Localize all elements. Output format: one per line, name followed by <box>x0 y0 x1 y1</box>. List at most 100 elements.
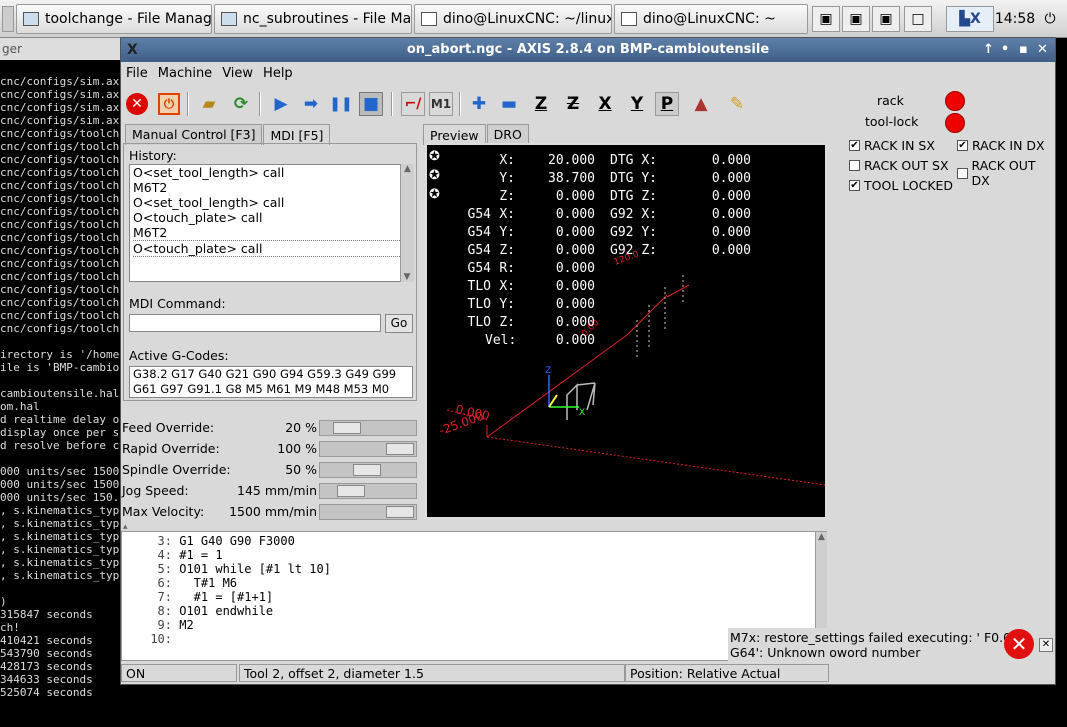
shade-icon[interactable]: ↑ <box>983 38 994 62</box>
task-terminal-home[interactable]: dino@LinuxCNC: ~ <box>614 4 808 34</box>
gcode-line[interactable]: 3: G1 G40 G90 F3000 <box>122 534 826 548</box>
history-scrollbar[interactable]: ▲ ▼ <box>400 164 414 282</box>
tab-preview[interactable]: Preview <box>423 124 486 145</box>
clock: 14:58 <box>994 11 1036 27</box>
list-item[interactable]: O<set_tool_length> call <box>133 165 400 180</box>
minimize-icon[interactable]: • <box>1001 38 1009 62</box>
override-value: 1500 mm/min <box>229 504 317 519</box>
dro-cell: Z: <box>499 243 515 258</box>
mdi-command-input[interactable] <box>129 314 381 332</box>
go-button[interactable]: Go <box>385 314 413 333</box>
checkbox-rack-in-dx[interactable]: ✔ RACK IN DX <box>957 138 1045 153</box>
window-icon[interactable]: X <box>127 38 138 62</box>
gcode-line[interactable]: 9: M2 <box>122 618 826 632</box>
led-label-rack: rack <box>877 93 904 108</box>
slider-thumb[interactable] <box>337 485 365 497</box>
open-file-icon[interactable]: ▰ <box>197 92 221 116</box>
checkbox-box[interactable]: ✔ <box>849 180 860 191</box>
override-slider[interactable] <box>319 462 417 478</box>
menu-file[interactable]: File <box>121 62 153 81</box>
checkbox-box[interactable]: ✔ <box>849 140 860 151</box>
step-icon[interactable]: ➡ <box>299 92 323 116</box>
pause-icon[interactable]: ❚❚ <box>329 92 353 116</box>
gcode-line[interactable]: 7: #1 = [#1+1] <box>122 590 826 604</box>
checkbox-rack-out-sx[interactable]: RACK OUT SX <box>849 158 949 173</box>
task-file-manager-subroutines[interactable]: nc_subroutines - File Ma... <box>214 4 412 34</box>
line-number: 7: <box>157 590 172 604</box>
terminal-line: cnc/configs/sim.axis <box>0 114 122 127</box>
clear-plot-icon[interactable]: ✎ <box>725 92 749 116</box>
override-slider[interactable] <box>319 420 417 436</box>
desktop-icon[interactable]: □ <box>904 6 932 32</box>
override-slider[interactable] <box>319 504 417 520</box>
slider-thumb[interactable] <box>386 506 414 518</box>
override-row: Spindle Override: 50 % <box>121 460 421 480</box>
menu-view[interactable]: View <box>217 62 258 81</box>
tab-manual-control[interactable]: Manual Control [F3] <box>125 124 263 145</box>
taskbar-handle[interactable] <box>2 6 14 32</box>
checkbox-rack-out-dx[interactable]: RACK OUT DX <box>957 158 1053 188</box>
list-item[interactable]: M6T2 <box>133 225 400 240</box>
checkbox-box[interactable]: ✔ <box>957 140 968 151</box>
estop-icon[interactable]: ✕ <box>126 93 148 115</box>
history-list[interactable]: O<set_tool_length> call M6T2 O<set_tool_… <box>129 164 404 282</box>
menu-machine[interactable]: Machine <box>153 62 217 81</box>
close-icon[interactable]: ✕ <box>1037 38 1048 62</box>
list-item[interactable]: M6T2 <box>133 180 400 195</box>
dismiss-error-button[interactable]: ✕ <box>1039 638 1053 652</box>
reload-icon[interactable]: ⟳ <box>229 92 253 116</box>
task-file-manager-toolchange[interactable]: toolchange - File Manager <box>16 4 212 34</box>
dro-cell: 0.000 <box>555 261 595 276</box>
run-icon[interactable]: ▶ <box>269 92 293 116</box>
view-x-icon[interactable]: X <box>593 92 617 116</box>
view-z-icon[interactable]: Z <box>529 92 553 116</box>
gcode-line[interactable]: 8: O101 endwhile <box>122 604 826 618</box>
checkbox-tool-locked[interactable]: ✔ TOOL LOCKED <box>849 178 953 193</box>
list-item[interactable]: O<touch_plate> call <box>133 240 400 257</box>
menu-help[interactable]: Help <box>258 62 298 81</box>
task-terminal-linux[interactable]: dino@LinuxCNC: ~/linux... <box>414 4 612 34</box>
zoom-out-icon[interactable]: ▬ <box>497 92 521 116</box>
view-p-icon[interactable]: P <box>655 92 679 116</box>
logout-icon[interactable]: ⏻ <box>1036 6 1064 32</box>
override-row: Rapid Override: 100 % <box>121 439 421 459</box>
slider-thumb[interactable] <box>333 422 361 434</box>
dro-cell: DTG Y: <box>610 171 657 186</box>
list-item[interactable]: O<touch_plate> call <box>133 210 400 225</box>
optional-stop-icon[interactable]: M1 <box>429 92 453 116</box>
block-delete-icon[interactable]: ⌐/ <box>401 92 425 116</box>
line-number: 4: <box>157 548 172 562</box>
zoom-in-icon[interactable]: ✚ <box>467 92 491 116</box>
gcode-line[interactable]: 4: #1 = 1 <box>122 548 826 562</box>
checkbox-box[interactable] <box>957 167 968 179</box>
checkbox-rack-in-sx[interactable]: ✔ RACK IN SX <box>849 138 935 153</box>
view-y-icon[interactable]: Y <box>625 92 649 116</box>
gcode-view[interactable]: 3: G1 G40 G90 F3000 4: #1 = 1 5: O101 whil… <box>121 531 827 661</box>
led-rack <box>945 91 965 111</box>
dro-cell: 0.000 <box>555 225 595 240</box>
axis-x-icon[interactable]: ▙X <box>946 6 994 32</box>
override-slider[interactable] <box>319 483 417 499</box>
gcode-line[interactable]: 5: O101 while [#1 lt 10] <box>122 562 826 576</box>
tool-view-icon[interactable]: ▲ <box>689 92 713 116</box>
tray-window-icon[interactable]: ▣ <box>842 6 870 32</box>
view-z2-icon[interactable]: Z <box>561 92 585 116</box>
preview-canvas[interactable]: Z X 0.000 -25.000 120.0 0.00 ✪ ✪ ✪ X: 20.00… <box>425 143 827 519</box>
tab-mdi[interactable]: MDI [F5] <box>263 124 331 145</box>
tab-dro[interactable]: DRO <box>486 124 529 145</box>
override-value: 100 % <box>277 441 317 456</box>
checkbox-box[interactable] <box>849 160 860 171</box>
slider-thumb[interactable] <box>386 443 414 455</box>
gcode-line[interactable]: 10: <box>122 632 826 646</box>
list-item[interactable]: O<set_tool_length> call <box>133 195 400 210</box>
stop-icon[interactable]: ■ <box>359 92 383 116</box>
axis-x-label: X <box>579 408 585 418</box>
overrides: Feed Override: 20 % Rapid Override: 100 % Sp… <box>121 418 421 528</box>
power-icon[interactable]: ⏻ <box>158 93 180 115</box>
tray-window-icon[interactable]: ▣ <box>812 6 840 32</box>
tray-window-icon[interactable]: ▣ <box>872 6 900 32</box>
slider-thumb[interactable] <box>353 464 381 476</box>
override-slider[interactable] <box>319 441 417 457</box>
gcode-line[interactable]: 6: T#1 M6 <box>122 576 826 590</box>
maximize-icon[interactable]: ▪ <box>1019 38 1028 62</box>
